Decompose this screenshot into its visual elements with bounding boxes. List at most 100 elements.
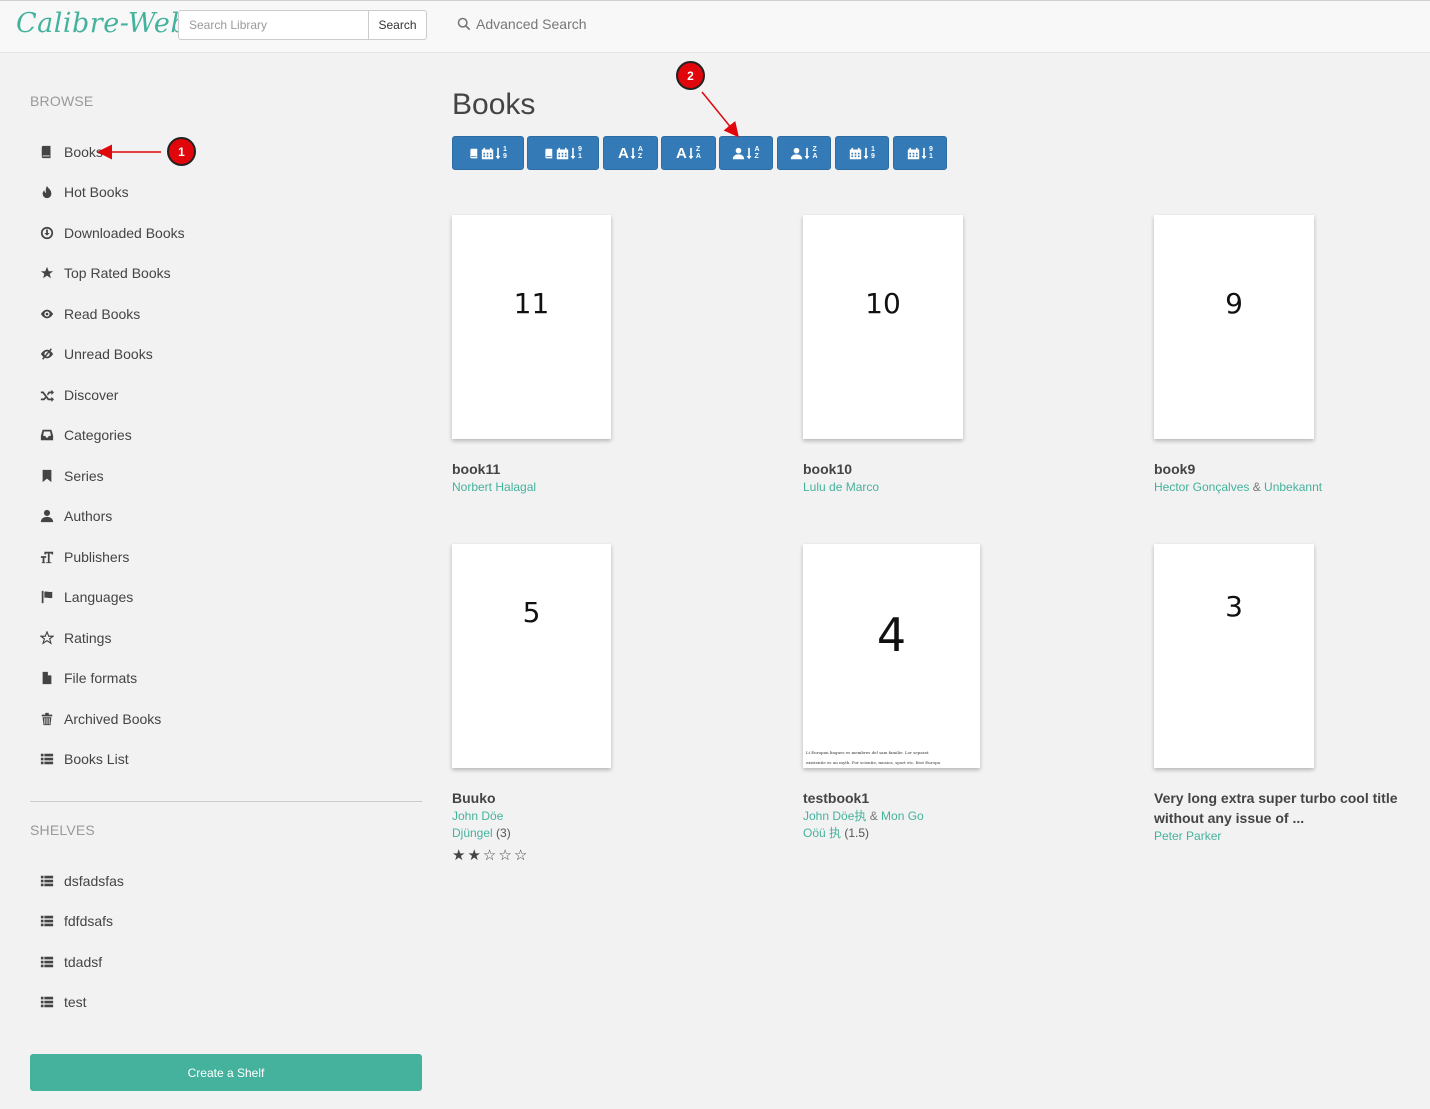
sidebar-item-top-rated-books[interactable]: Top Rated Books xyxy=(38,262,171,284)
calendar-icon xyxy=(907,147,920,159)
author-link[interactable]: Peter Parker xyxy=(1154,829,1221,843)
book-calendar-sort-desc-icon: 19 xyxy=(469,146,507,160)
sort-title-az-button[interactable]: A AZ xyxy=(603,136,658,170)
sidebar-item-languages[interactable]: Languages xyxy=(38,586,133,608)
sort-order-glyph: AZ xyxy=(637,146,643,160)
sort-newest-button[interactable]: 19 xyxy=(452,136,524,170)
text-size-icon xyxy=(40,551,54,564)
cover-number: 4 xyxy=(876,608,907,662)
sidebar-divider xyxy=(30,801,422,802)
star-filled-icon: ★ xyxy=(452,847,468,864)
file-icon xyxy=(38,670,56,686)
list-icon xyxy=(40,875,54,887)
sort-order-glyph: ZA xyxy=(695,146,701,160)
user-sort-desc-icon: ZA xyxy=(790,146,818,160)
book-authors: Hector Gonçalves & Unbekannt xyxy=(1154,479,1430,496)
sidebar-item-publishers[interactable]: Publishers xyxy=(38,546,129,568)
series-link[interactable]: Oöü 执 xyxy=(803,826,841,840)
alpha-sort-desc-icon: A ZA xyxy=(676,145,701,162)
sidebar-item-categories[interactable]: Categories xyxy=(38,424,132,446)
book-cover[interactable]: 11 xyxy=(452,215,611,439)
book-cover[interactable]: 9 xyxy=(1154,215,1314,439)
book-meta: book9 Hector Gonçalves & Unbekannt xyxy=(1154,459,1430,496)
sidebar-item-label: Books List xyxy=(64,751,129,767)
sort-order-glyph: ZA xyxy=(812,146,818,160)
sort-title-za-button[interactable]: A ZA xyxy=(661,136,716,170)
book-cover[interactable]: 5 xyxy=(452,544,611,768)
author-link[interactable]: John Döe执 xyxy=(803,809,866,823)
sidebar-item-archived-books[interactable]: Archived Books xyxy=(38,708,161,730)
sidebar-item-books[interactable]: Books xyxy=(38,141,103,163)
book-meta: book10 Lulu de Marco xyxy=(803,459,1103,496)
download-icon xyxy=(38,225,56,241)
user-sort-asc-icon: AZ xyxy=(732,146,760,160)
book-meta: book11 Norbert Halagal xyxy=(452,459,752,496)
sidebar-item-books-list[interactable]: Books List xyxy=(38,748,129,770)
series-index: (1.5) xyxy=(844,826,870,840)
book-authors: Norbert Halagal xyxy=(452,479,752,496)
sort-pubdate-newest-button[interactable]: 19 xyxy=(835,136,889,170)
sidebar-item-label: Downloaded Books xyxy=(64,225,185,241)
sidebar-item-hot-books[interactable]: Hot Books xyxy=(38,181,129,203)
book-title[interactable]: Buuko xyxy=(452,788,752,808)
sort-oldest-button[interactable]: 91 xyxy=(527,136,599,170)
sidebar-item-unread-books[interactable]: Unread Books xyxy=(38,343,153,365)
shelf-item-label: dsfadsfas xyxy=(64,873,124,889)
calendar-icon xyxy=(849,147,862,159)
shelf-item-fdfdsafs[interactable]: fdfdsafs xyxy=(38,910,113,932)
book-cover[interactable]: 3 xyxy=(1154,544,1314,768)
sidebar-item-downloaded-books[interactable]: Downloaded Books xyxy=(38,222,185,244)
book-title[interactable]: book10 xyxy=(803,459,1103,479)
list-icon xyxy=(40,753,54,765)
shelf-item-dsfadsfas[interactable]: dsfadsfas xyxy=(38,870,124,892)
book-cover[interactable]: 10 xyxy=(803,215,963,439)
sidebar-item-file-formats[interactable]: File formats xyxy=(38,667,137,689)
book-card: 11 book11 Norbert Halagal xyxy=(452,215,752,496)
calendar-icon xyxy=(481,147,494,159)
book-cover[interactable]: 4 Li Europan lingues es membres del sam f… xyxy=(803,544,980,768)
author-link[interactable]: John Döe xyxy=(452,809,503,823)
search-button[interactable]: Search xyxy=(368,10,427,40)
brand-logo[interactable]: Calibre-Web xyxy=(16,8,188,39)
random-icon xyxy=(38,387,56,403)
sidebar-item-label: Top Rated Books xyxy=(64,265,171,281)
sidebar-item-authors[interactable]: Authors xyxy=(38,505,112,527)
book-title[interactable]: testbook1 xyxy=(803,788,1103,808)
shelf-item-test[interactable]: test xyxy=(38,991,87,1013)
star-empty-icon xyxy=(40,631,54,645)
cover-number: 10 xyxy=(865,287,901,320)
book-title[interactable]: Very long extra super turbo cool title w… xyxy=(1154,788,1430,828)
alpha-icon: A xyxy=(676,144,687,162)
sort-author-az-button[interactable]: AZ xyxy=(719,136,773,170)
author-link[interactable]: Unbekannt xyxy=(1264,480,1322,494)
sort-arrow-icon xyxy=(570,147,576,159)
list-icon xyxy=(38,873,56,889)
author-link[interactable]: Hector Gonçalves xyxy=(1154,480,1249,494)
random-icon xyxy=(40,389,54,402)
list-icon xyxy=(38,954,56,970)
book-title[interactable]: book11 xyxy=(452,459,752,479)
sidebar-item-label: Ratings xyxy=(64,630,112,646)
flag-icon xyxy=(38,589,56,605)
sidebar-item-read-books[interactable]: Read Books xyxy=(38,303,140,325)
series-link[interactable]: Djüngel xyxy=(452,826,493,840)
bookmark-icon xyxy=(42,469,52,483)
author-link[interactable]: Norbert Halagal xyxy=(452,480,536,494)
sort-arrow-icon xyxy=(805,147,810,159)
sidebar-item-ratings[interactable]: Ratings xyxy=(38,627,111,649)
sort-pubdate-oldest-button[interactable]: 91 xyxy=(893,136,947,170)
sidebar-item-series[interactable]: Series xyxy=(38,465,104,487)
book-card: 9 book9 Hector Gonçalves & Unbekannt xyxy=(1154,215,1430,496)
sidebar-item-label: Languages xyxy=(64,589,134,605)
author-link[interactable]: Lulu de Marco xyxy=(803,480,879,494)
book-title[interactable]: book9 xyxy=(1154,459,1430,479)
advanced-search-link[interactable]: Advanced Search xyxy=(457,16,587,32)
sort-author-za-button[interactable]: ZA xyxy=(777,136,831,170)
flag-icon xyxy=(41,590,53,604)
shelf-item-tdadsf[interactable]: tdadsf xyxy=(38,951,102,973)
author-link[interactable]: Mon Go xyxy=(881,809,924,823)
sidebar-item-discover[interactable]: Discover xyxy=(38,384,118,406)
star-empty-icon: ☆ xyxy=(482,847,499,864)
create-shelf-button[interactable]: Create a Shelf xyxy=(30,1054,422,1091)
search-input[interactable] xyxy=(178,10,369,40)
